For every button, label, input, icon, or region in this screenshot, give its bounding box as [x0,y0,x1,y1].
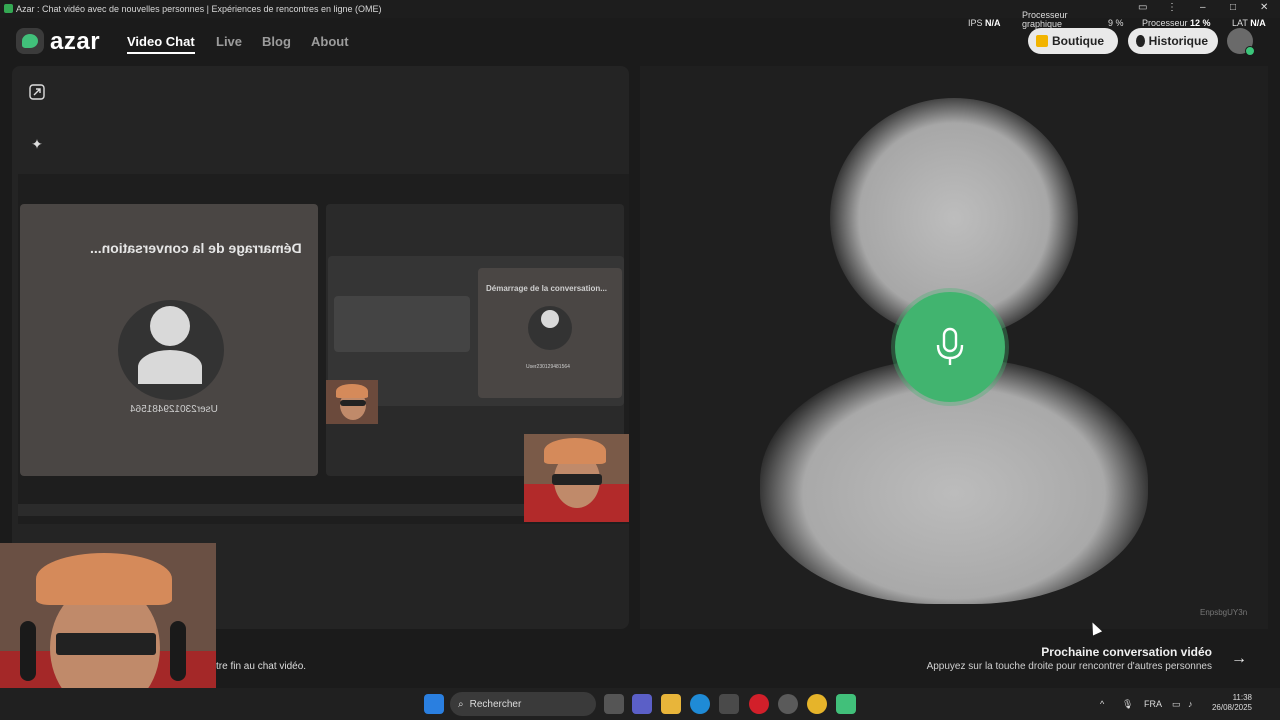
clock-time: 11:38 [1232,693,1252,702]
expand-icon[interactable] [25,80,49,104]
windows-start-icon[interactable] [424,694,444,714]
network-icon[interactable]: ▭ [1172,699,1181,710]
volume-icon[interactable]: ♪ [1188,699,1193,709]
store-icon[interactable] [719,694,739,714]
os-taskbar: ⌕ Rechercher ^ 🎙 FRA ▭ ♪ 11:38 26/08/202… [0,688,1280,720]
mirror-webcam-thumb [326,380,378,424]
mic-button[interactable] [895,292,1005,402]
taskbar-search[interactable]: ⌕ Rechercher [450,692,596,716]
clock-date: 26/08/2025 [1211,703,1252,712]
nav-live[interactable]: Live [216,34,242,49]
sparkle-icon[interactable]: ✦ [25,132,49,156]
history-icon [1136,35,1145,47]
azar-logo-icon[interactable] [16,28,44,54]
edge-icon[interactable] [690,694,710,714]
next-conversation-title: Prochaine conversation vidéo [1041,645,1212,659]
nav-blog[interactable]: Blog [262,34,291,49]
mirror-remote-tile: Démarrage de la conversation... User2301… [20,204,318,476]
end-chat-hint: tre fin au chat vidéo. [216,661,307,672]
task-view-icon[interactable] [604,694,624,714]
shop-button[interactable]: Boutique [1028,28,1118,54]
mirror-status-title: Démarrage de la conversation... [90,240,302,256]
next-conversation-button[interactable]: → [1226,646,1252,672]
shop-icon [1036,35,1048,47]
close-button[interactable]: ✕ [1260,2,1268,13]
opera-icon[interactable] [749,694,769,714]
mirror-avatar-head [150,306,190,346]
file-explorer-icon[interactable] [661,694,681,714]
search-icon: ⌕ [458,698,464,710]
window-title: Azar : Chat vidéo avec de nouvelles pers… [16,4,382,14]
inner-avatar-head [541,310,559,328]
history-button[interactable]: Historique [1128,28,1218,54]
remote-video-panel [640,66,1268,629]
inner-remote-tile: Démarrage de la conversation... User2301… [478,268,622,398]
system-clock[interactable]: 11:38 26/08/2025 [1208,693,1252,713]
tray-chevron-icon[interactable]: ^ [1100,699,1104,709]
more-options-icon[interactable]: ⋮ [1167,2,1177,13]
mic-icon [936,327,964,365]
top-nav: azar Video Chat Live Blog About Boutique… [0,24,1280,60]
chrome-icon[interactable] [807,694,827,714]
inner-status-title: Démarrage de la conversation... [486,284,607,293]
remote-user-code: EnpsbgUY3n [1200,608,1248,617]
settings-icon[interactable] [778,694,798,714]
shop-label: Boutique [1052,34,1104,48]
arrow-right-icon: → [1231,650,1247,667]
screen-record-icon[interactable]: ▭ [1138,2,1147,13]
mirror-user-id: User230129481564 [130,404,218,415]
azar-taskbar-icon[interactable] [836,694,856,714]
next-conversation-info: Prochaine conversation vidéo Appuyez sur… [927,645,1212,672]
mirror-avatar-body [138,350,202,384]
mirror-webcam-preview [524,434,629,522]
inner-nested-capture [334,296,470,352]
tray-mic-icon[interactable]: 🎙 [1122,699,1133,710]
nav-about[interactable]: About [311,34,349,49]
logo-text[interactable]: azar [50,28,100,56]
inner-user-id: User230129481564 [526,364,570,370]
next-conversation-subtitle: Appuyez sur la touche droite pour rencon… [926,661,1212,672]
maximize-button[interactable]: □ [1230,2,1236,13]
search-placeholder: Rechercher [469,698,522,710]
avatar[interactable] [1227,28,1255,56]
favicon-icon [4,4,13,13]
minimize-button[interactable]: – [1200,2,1206,13]
teams-icon[interactable] [632,694,652,714]
nav-video-chat[interactable]: Video Chat [127,34,195,54]
window-titlebar: Azar : Chat vidéo avec de nouvelles pers… [0,0,1280,18]
history-label: Historique [1148,34,1208,48]
language-indicator[interactable]: FRA [1144,699,1162,709]
